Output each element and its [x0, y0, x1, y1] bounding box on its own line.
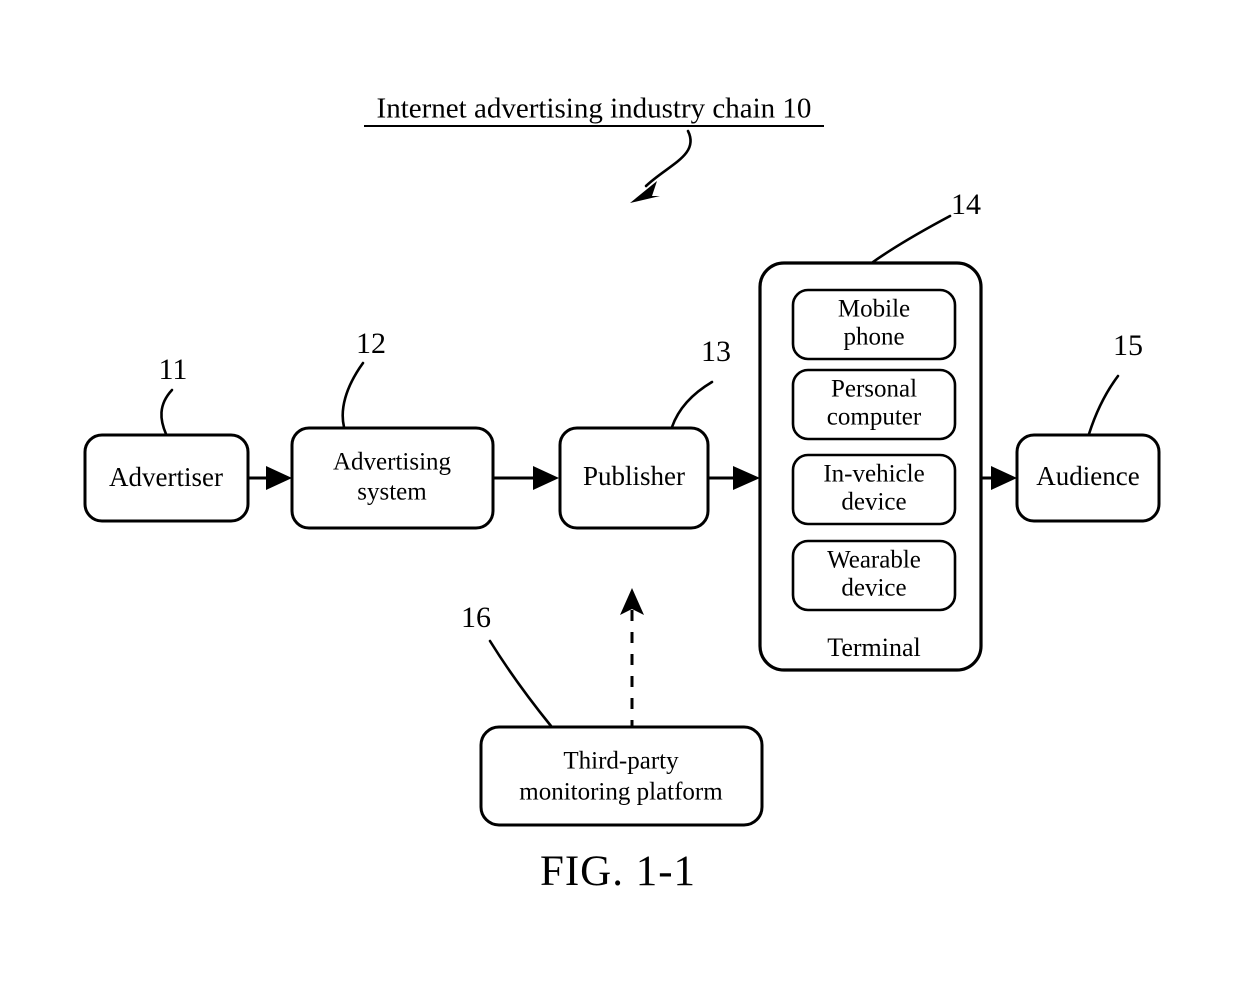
- figure-title: Internet advertising industry chain 10: [377, 93, 812, 125]
- advertiser-ref-leader: [160, 388, 174, 436]
- advertising-system-label-line2: system: [357, 479, 427, 506]
- diagram-canvas: Internet advertising industry chain 10 A…: [83, 93, 1161, 895]
- patent-figure: Internet advertising industry chain 10 A…: [0, 0, 1240, 1002]
- publisher-ref-leader: [670, 380, 714, 429]
- arrowhead-publisher-to-terminal: [733, 466, 760, 490]
- terminal-label: Terminal: [827, 633, 920, 662]
- terminal-device-mobile-phone[interactable]: Mobile phone: [791, 288, 957, 361]
- mobile-phone-label-line1: Mobile: [838, 296, 910, 323]
- third-party-label-line2: monitoring platform: [519, 779, 723, 806]
- node-terminal[interactable]: Mobile phone Personal computer In-vehicl…: [758, 188, 983, 672]
- third-party-box[interactable]: [479, 725, 764, 827]
- third-party-label-line1: Third-party: [563, 748, 679, 775]
- figure-title-group: Internet advertising industry chain 10: [364, 93, 824, 203]
- terminal-ref-leader: [871, 214, 952, 264]
- in-vehicle-device-label-line1: In-vehicle: [823, 461, 924, 488]
- third-party-ref-number: 16: [461, 601, 491, 634]
- audience-ref-number: 15: [1113, 329, 1143, 362]
- in-vehicle-device-label-line2: device: [841, 489, 906, 516]
- title-pointer-line: [644, 129, 692, 188]
- terminal-ref-number: 14: [951, 188, 981, 221]
- audience-label: Audience: [1036, 461, 1139, 491]
- third-party-ref-leader: [488, 639, 553, 728]
- terminal-device-personal-computer[interactable]: Personal computer: [791, 368, 957, 441]
- wearable-device-label-line2: device: [841, 575, 906, 602]
- node-advertising-system[interactable]: Advertising system 12: [290, 327, 495, 530]
- advertiser-label: Advertiser: [109, 462, 223, 492]
- figure-caption: FIG. 1-1: [540, 848, 696, 895]
- advertiser-ref-number: 11: [159, 353, 188, 386]
- arrowhead-advertiser-to-system: [266, 466, 292, 490]
- terminal-device-in-vehicle[interactable]: In-vehicle device: [791, 453, 957, 526]
- node-third-party-monitoring-platform[interactable]: Third-party monitoring platform 16: [461, 601, 764, 827]
- node-publisher[interactable]: Publisher 13: [558, 335, 731, 530]
- personal-computer-label-line2: computer: [827, 404, 922, 431]
- personal-computer-label-line1: Personal: [831, 376, 917, 403]
- publisher-label: Publisher: [583, 461, 685, 491]
- arrowhead-system-to-publisher: [533, 466, 559, 490]
- advertising-system-ref-leader: [341, 361, 365, 429]
- node-audience[interactable]: Audience 15: [1015, 329, 1161, 523]
- wearable-device-label-line1: Wearable: [827, 547, 921, 574]
- mobile-phone-label-line2: phone: [843, 324, 904, 351]
- advertising-system-label-line1: Advertising: [333, 449, 452, 476]
- title-pointer-arrowhead: [630, 181, 660, 203]
- arrowhead-terminal-to-audience: [991, 466, 1017, 490]
- audience-ref-leader: [1087, 374, 1120, 436]
- advertising-system-ref-number: 12: [356, 327, 386, 360]
- publisher-ref-number: 13: [701, 335, 731, 368]
- node-advertiser[interactable]: Advertiser 11: [83, 353, 250, 523]
- terminal-device-wearable[interactable]: Wearable device: [791, 539, 957, 612]
